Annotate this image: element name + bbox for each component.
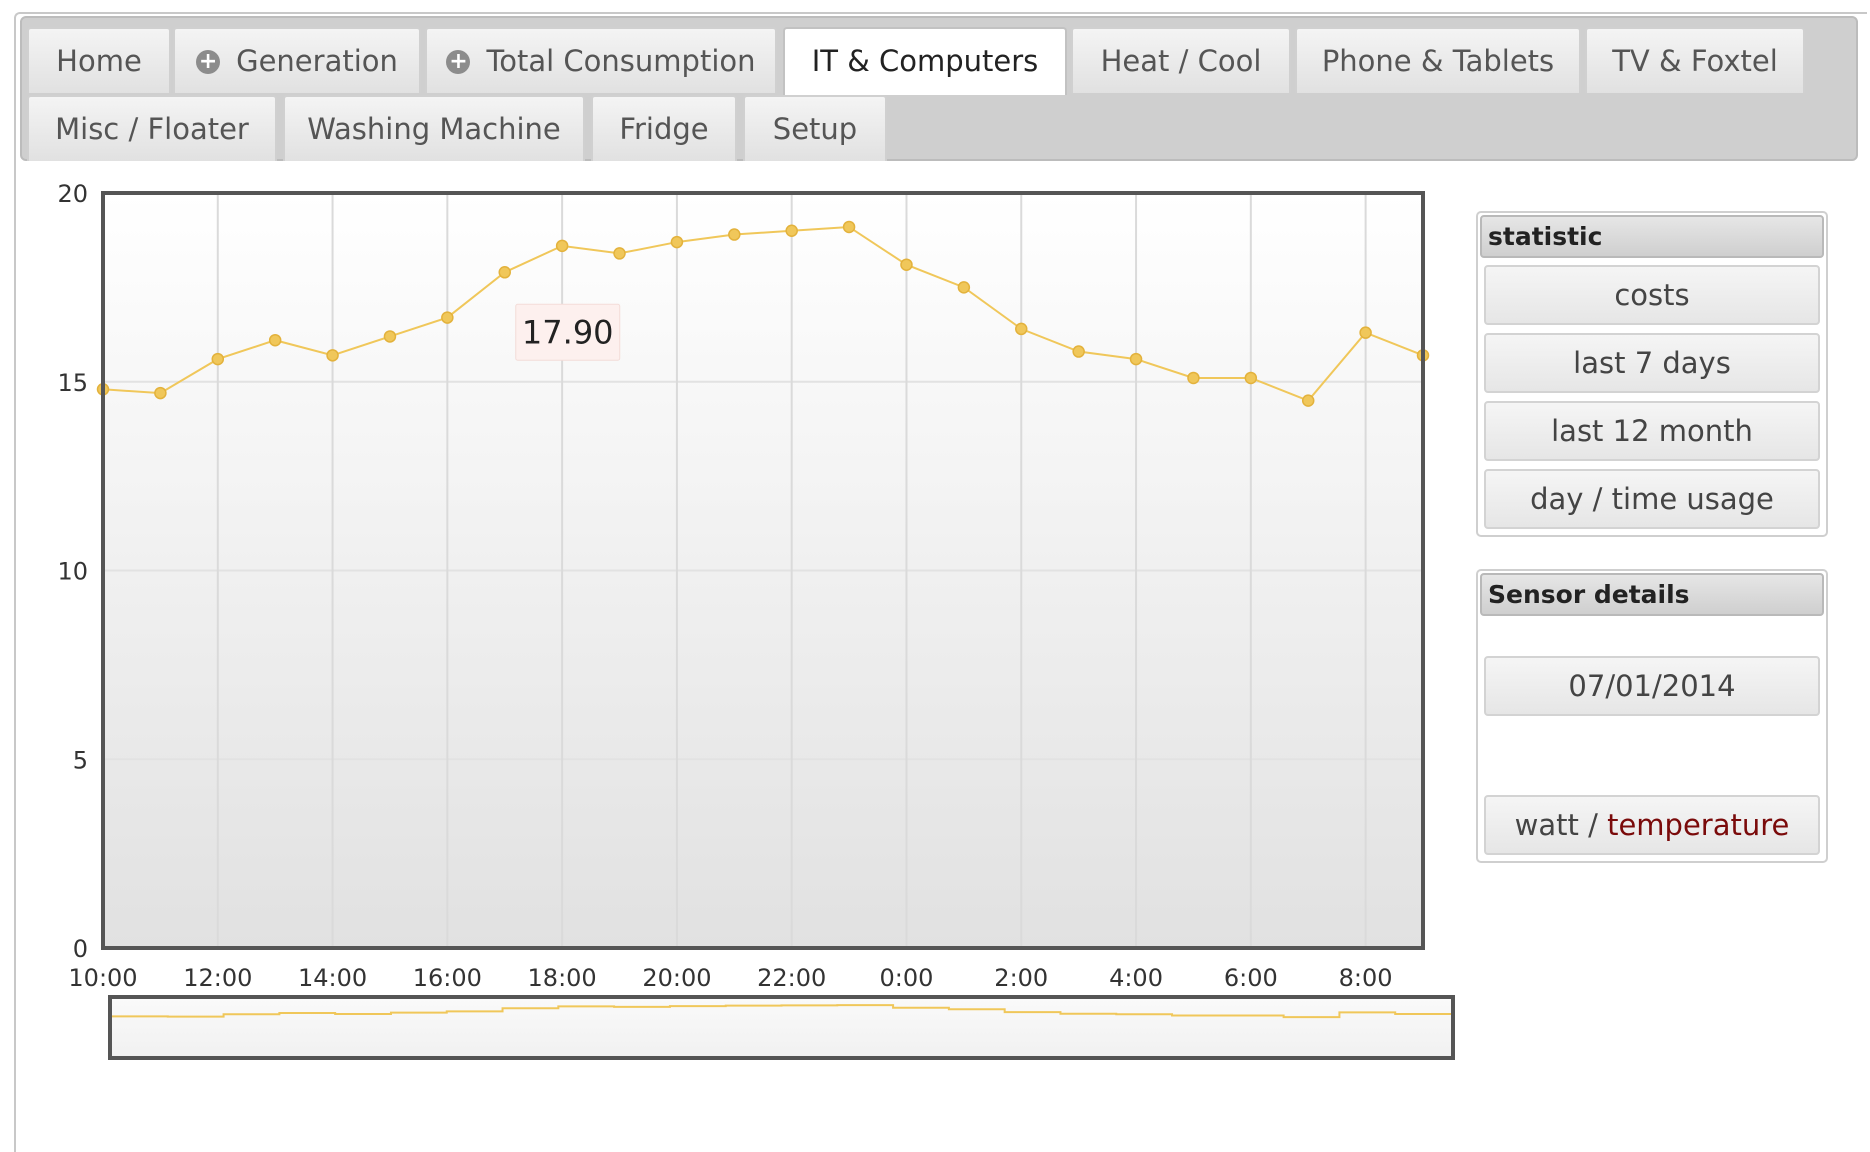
x-tick-label: 12:00 bbox=[183, 964, 252, 992]
data-point[interactable] bbox=[613, 247, 626, 260]
unit-toggle-button[interactable]: watt / temperature bbox=[1484, 795, 1820, 855]
y-axis: 0 5 10 15 20 bbox=[57, 180, 88, 963]
y-tick-label: 0 bbox=[73, 935, 88, 963]
data-point[interactable] bbox=[728, 228, 741, 241]
tab-label: TV & Foxtel bbox=[1612, 44, 1778, 78]
data-point[interactable] bbox=[326, 349, 339, 362]
data-point[interactable] bbox=[900, 258, 913, 271]
data-point[interactable] bbox=[1187, 371, 1200, 385]
sensor-details-title: Sensor details bbox=[1480, 573, 1824, 616]
x-tick-label: 20:00 bbox=[642, 964, 711, 992]
unit-separator: / bbox=[1578, 808, 1608, 842]
tab-tv-foxtel[interactable]: TV & Foxtel bbox=[1585, 27, 1805, 93]
date-picker-button[interactable]: 07/01/2014 bbox=[1484, 656, 1820, 716]
data-tooltip: 17.90 bbox=[515, 303, 621, 361]
usage-line-chart[interactable]: 0 5 10 15 20 10:00 12:00 14:00 16:00 18:00 20:00 2… bbox=[0, 0, 1460, 1080]
tooltip-value: 17.90 bbox=[522, 313, 614, 351]
x-axis: 10:00 12:00 14:00 16:00 18:00 20:00 22:00 0:00 2… bbox=[68, 964, 1392, 992]
x-tick-label: 14:00 bbox=[298, 964, 367, 992]
x-tick-label: 8:00 bbox=[1339, 964, 1393, 992]
costs-button[interactable]: costs bbox=[1484, 265, 1820, 325]
data-point[interactable] bbox=[555, 239, 569, 253]
data-point[interactable] bbox=[154, 386, 167, 400]
data-point[interactable] bbox=[957, 281, 971, 294]
data-point[interactable] bbox=[1359, 326, 1372, 339]
data-point[interactable] bbox=[268, 333, 282, 347]
data-point[interactable] bbox=[1072, 345, 1085, 358]
data-point[interactable] bbox=[1129, 352, 1143, 366]
x-tick-label: 6:00 bbox=[1224, 964, 1278, 992]
data-point[interactable] bbox=[842, 220, 856, 234]
temperature-option[interactable]: temperature bbox=[1607, 808, 1789, 842]
y-tick-label: 20 bbox=[57, 180, 88, 208]
data-point[interactable] bbox=[498, 266, 511, 279]
x-tick-label: 10:00 bbox=[68, 964, 137, 992]
x-tick-label: 4:00 bbox=[1109, 964, 1163, 992]
data-point[interactable] bbox=[211, 352, 225, 366]
data-point[interactable] bbox=[670, 235, 684, 249]
data-point[interactable] bbox=[441, 311, 454, 324]
navigator[interactable] bbox=[108, 995, 1455, 1060]
data-point[interactable] bbox=[1244, 371, 1258, 385]
day-time-usage-button[interactable]: day / time usage bbox=[1484, 469, 1820, 529]
x-tick-label: 0:00 bbox=[880, 964, 934, 992]
last-12-month-button[interactable]: last 12 month bbox=[1484, 401, 1820, 461]
data-point[interactable] bbox=[1301, 394, 1315, 407]
y-tick-label: 10 bbox=[57, 558, 88, 586]
x-tick-label: 16:00 bbox=[413, 964, 482, 992]
data-point[interactable] bbox=[383, 330, 397, 343]
watt-option[interactable]: watt bbox=[1515, 808, 1579, 842]
x-tick-label: 2:00 bbox=[994, 964, 1048, 992]
data-point[interactable] bbox=[785, 224, 798, 237]
statistic-panel-title: statistic bbox=[1480, 215, 1824, 258]
data-point[interactable] bbox=[1015, 322, 1028, 336]
y-tick-label: 5 bbox=[73, 746, 88, 774]
x-tick-label: 22:00 bbox=[757, 964, 826, 992]
y-tick-label: 15 bbox=[57, 369, 88, 397]
sensor-details-panel: Sensor details 07/01/2014 watt / tempera… bbox=[1476, 569, 1828, 863]
x-tick-label: 18:00 bbox=[528, 964, 597, 992]
statistic-panel: statistic costs last 7 days last 12 mont… bbox=[1476, 211, 1828, 537]
last-7-days-button[interactable]: last 7 days bbox=[1484, 333, 1820, 393]
